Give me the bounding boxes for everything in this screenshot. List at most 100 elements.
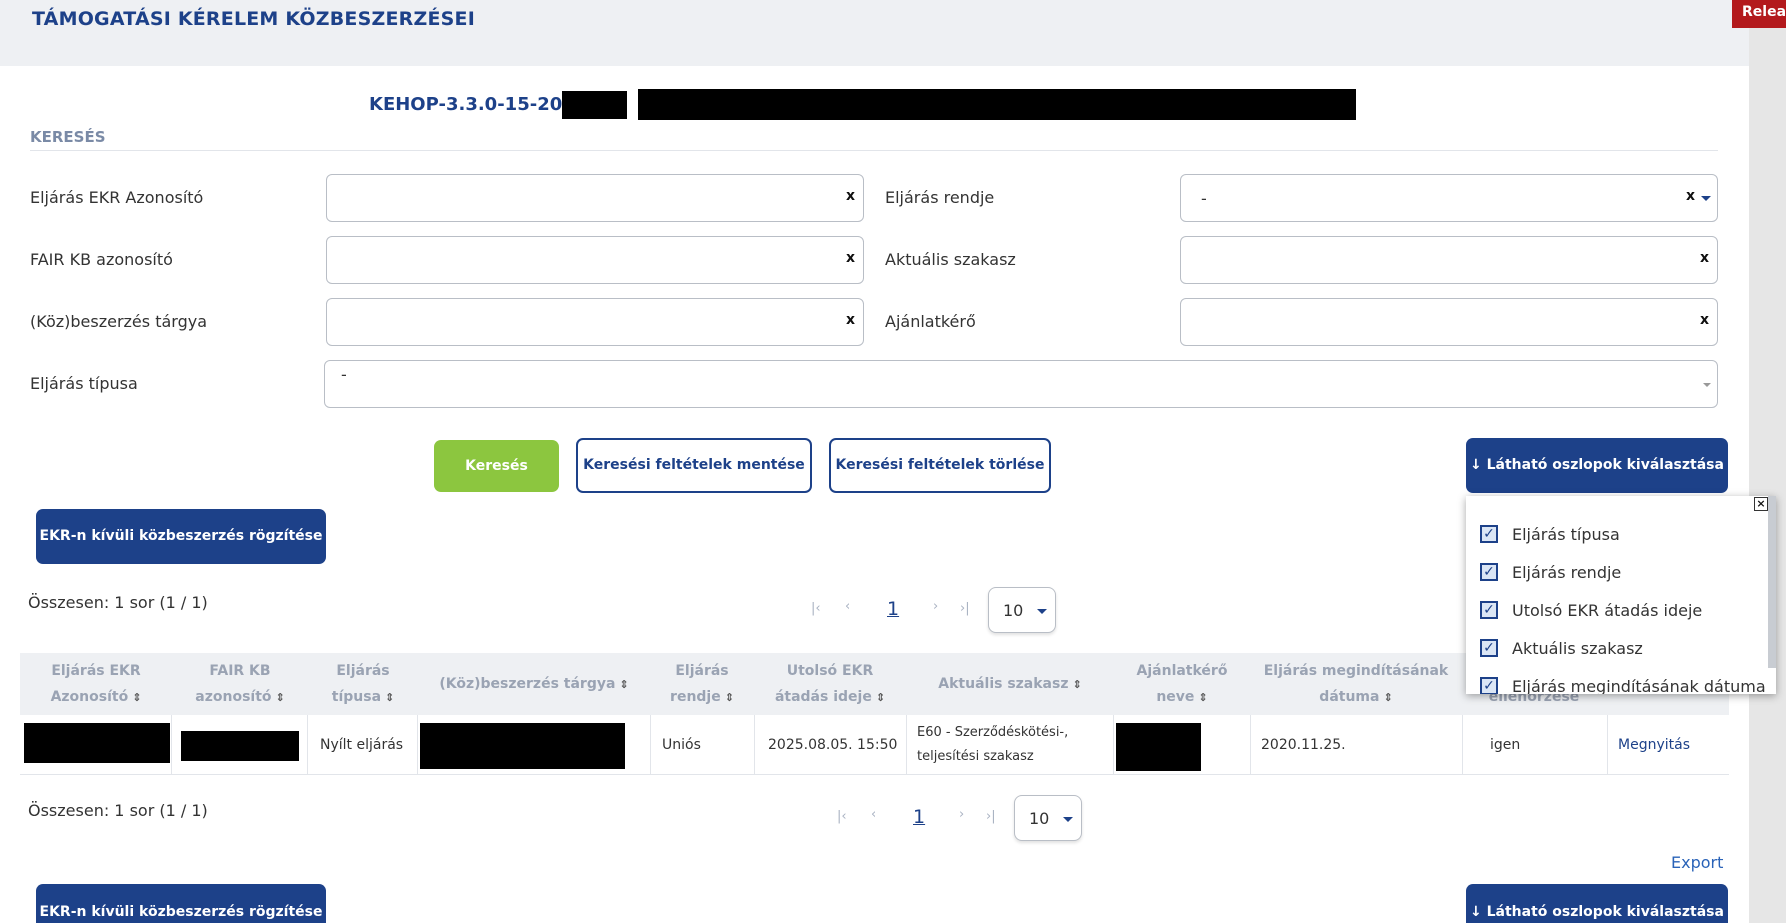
col-authority[interactable]: Ajánlatkérő neve ⇕ — [1114, 653, 1250, 715]
page-number[interactable]: 1 — [887, 598, 899, 620]
checkbox-checked-icon[interactable]: ✓ — [1480, 639, 1498, 657]
prev-page-icon[interactable]: ‹ — [845, 599, 850, 614]
chevron-down-icon[interactable] — [1703, 383, 1711, 387]
column-divider — [171, 715, 172, 775]
sort-icon: ⇕ — [385, 690, 395, 704]
col-subject[interactable]: (Köz)beszerzés tárgya ⇕ — [418, 653, 650, 715]
first-page-icon[interactable]: |‹ — [811, 601, 821, 616]
procedure-order-select[interactable]: - x — [1180, 174, 1718, 222]
clear-icon[interactable]: x — [1686, 188, 1695, 204]
cell-order: Uniós — [662, 737, 701, 753]
last-page-icon[interactable]: ›| — [986, 809, 996, 824]
subject-label: (Köz)beszerzés tárgya — [30, 312, 207, 331]
popup-scrollbar[interactable] — [1768, 496, 1776, 668]
checkbox-checked-icon[interactable]: ✓ — [1480, 601, 1498, 619]
open-link[interactable]: Megnyitás — [1618, 715, 1718, 775]
search-button[interactable]: Keresés — [434, 440, 559, 492]
clear-icon[interactable]: x — [1700, 312, 1709, 328]
prev-page-icon[interactable]: ‹ — [871, 807, 876, 822]
release-badge: Release — [1732, 0, 1786, 28]
save-criteria-button[interactable]: Keresési feltételek mentése — [576, 438, 812, 493]
column-option[interactable]: ✓ Eljárás megindításának dátuma — [1480, 672, 1766, 694]
contracting-authority-input[interactable]: x — [1180, 298, 1718, 346]
procedure-type-select[interactable]: - — [324, 360, 1718, 408]
arrow-down-icon: ↓ — [1470, 457, 1487, 473]
redacted-project-id — [562, 91, 627, 119]
page-size-select[interactable]: 10 — [988, 587, 1056, 633]
total-count-bottom: Összesen: 1 sor (1 / 1) — [28, 801, 208, 820]
ekr-id-label: Eljárás EKR Azonosító — [30, 188, 204, 207]
visible-columns-button[interactable]: ↓ Látható oszlopok kiválasztása — [1466, 438, 1728, 493]
sort-icon: ⇕ — [1072, 677, 1082, 691]
clear-icon[interactable]: x — [846, 312, 855, 328]
sort-icon: ⇕ — [1383, 690, 1393, 704]
redacted-subject — [420, 723, 625, 769]
fair-kb-id-input[interactable]: x — [326, 236, 864, 284]
column-divider — [1113, 715, 1114, 775]
col-ekr-id[interactable]: Eljárás EKR Azonosító ⇕ — [20, 653, 172, 715]
sort-icon: ⇕ — [724, 690, 734, 704]
cell-start-date: 2020.11.25. — [1261, 737, 1346, 753]
fair-kb-id-label: FAIR KB azonosító — [30, 250, 173, 269]
redacted-authority — [1116, 723, 1201, 771]
checkbox-checked-icon[interactable]: ✓ — [1480, 525, 1498, 543]
column-divider — [650, 715, 651, 775]
next-page-icon[interactable]: › — [959, 807, 964, 822]
add-non-ekr-button[interactable]: EKR-n kívüli közbeszerzés rögzítése — [36, 509, 326, 564]
search-section-title: KERESÉS — [30, 128, 106, 146]
section-divider — [30, 150, 1718, 151]
sort-icon: ⇕ — [132, 690, 142, 704]
contracting-authority-label: Ajánlatkérő — [885, 312, 976, 331]
col-last-ekr[interactable]: Utolsó EKR átadás ideje ⇕ — [754, 653, 906, 715]
column-divider — [906, 715, 907, 775]
page-number[interactable]: 1 — [913, 806, 925, 828]
sort-icon: ⇕ — [619, 677, 629, 691]
column-chooser-popup: × ✓ Eljárás típusa ✓ Eljárás rendje ✓ Utols… — [1466, 496, 1776, 694]
ekr-id-input[interactable]: x — [326, 174, 864, 222]
column-divider — [1250, 715, 1251, 775]
column-option[interactable]: ✓ Aktuális szakasz — [1480, 634, 1643, 662]
col-fair-kb[interactable]: FAIR KB azonosító ⇕ — [172, 653, 308, 715]
column-divider — [1607, 715, 1608, 775]
cell-type: Nyílt eljárás — [320, 737, 404, 753]
column-divider — [417, 715, 418, 775]
export-link[interactable]: Export — [1671, 853, 1723, 872]
sort-icon: ⇕ — [875, 690, 886, 704]
col-type[interactable]: Eljárás típusa ⇕ — [308, 653, 418, 715]
clear-icon[interactable]: x — [1700, 250, 1709, 266]
column-option[interactable]: ✓ Eljárás típusa — [1480, 520, 1620, 548]
column-divider — [1462, 715, 1463, 775]
redacted-project-name — [638, 89, 1356, 120]
add-non-ekr-button-bottom[interactable]: EKR-n kívüli közbeszerzés rögzítése — [36, 884, 326, 923]
clear-icon[interactable]: x — [846, 188, 855, 204]
procedure-order-value: - — [1201, 189, 1207, 208]
column-option[interactable]: ✓ Utolsó EKR átadás ideje — [1480, 596, 1702, 624]
col-order[interactable]: Eljárás rendje ⇕ — [650, 653, 754, 715]
current-phase-input[interactable]: x — [1180, 236, 1718, 284]
column-option[interactable]: ✓ Eljárás rendje — [1480, 558, 1621, 586]
sort-icon: ⇕ — [1198, 690, 1208, 704]
first-page-icon[interactable]: |‹ — [837, 809, 847, 824]
checkbox-checked-icon[interactable]: ✓ — [1480, 563, 1498, 581]
subject-input[interactable]: x — [326, 298, 864, 346]
clear-icon[interactable]: x — [846, 250, 855, 266]
arrow-down-icon: ↓ — [1470, 904, 1487, 920]
chevron-down-icon — [1063, 817, 1073, 822]
page-scrollbar[interactable] — [1749, 28, 1786, 923]
col-phase[interactable]: Aktuális szakasz ⇕ — [906, 653, 1114, 715]
next-page-icon[interactable]: › — [933, 599, 938, 614]
current-phase-label: Aktuális szakasz — [885, 250, 1016, 269]
table-row: Nyílt eljárás Uniós 2025.08.05. 15:50 E6… — [20, 715, 1729, 775]
col-start-date[interactable]: Eljárás megindításának dátuma ⇕ — [1250, 653, 1462, 715]
close-icon[interactable]: × — [1754, 497, 1768, 511]
visible-columns-button-bottom[interactable]: ↓ Látható oszlopok kiválasztása — [1466, 884, 1728, 923]
chevron-down-icon[interactable] — [1701, 196, 1711, 201]
last-page-icon[interactable]: ›| — [960, 601, 970, 616]
page-size-select-bottom[interactable]: 10 — [1014, 795, 1082, 841]
checkbox-checked-icon[interactable]: ✓ — [1480, 677, 1498, 694]
clear-criteria-button[interactable]: Keresési feltételek törlése — [829, 438, 1051, 493]
procedure-type-label: Eljárás típusa — [30, 374, 138, 393]
procedure-order-label: Eljárás rendje — [885, 188, 995, 207]
redacted-fair-kb-id — [181, 731, 299, 761]
cell-check: igen — [1490, 737, 1521, 753]
